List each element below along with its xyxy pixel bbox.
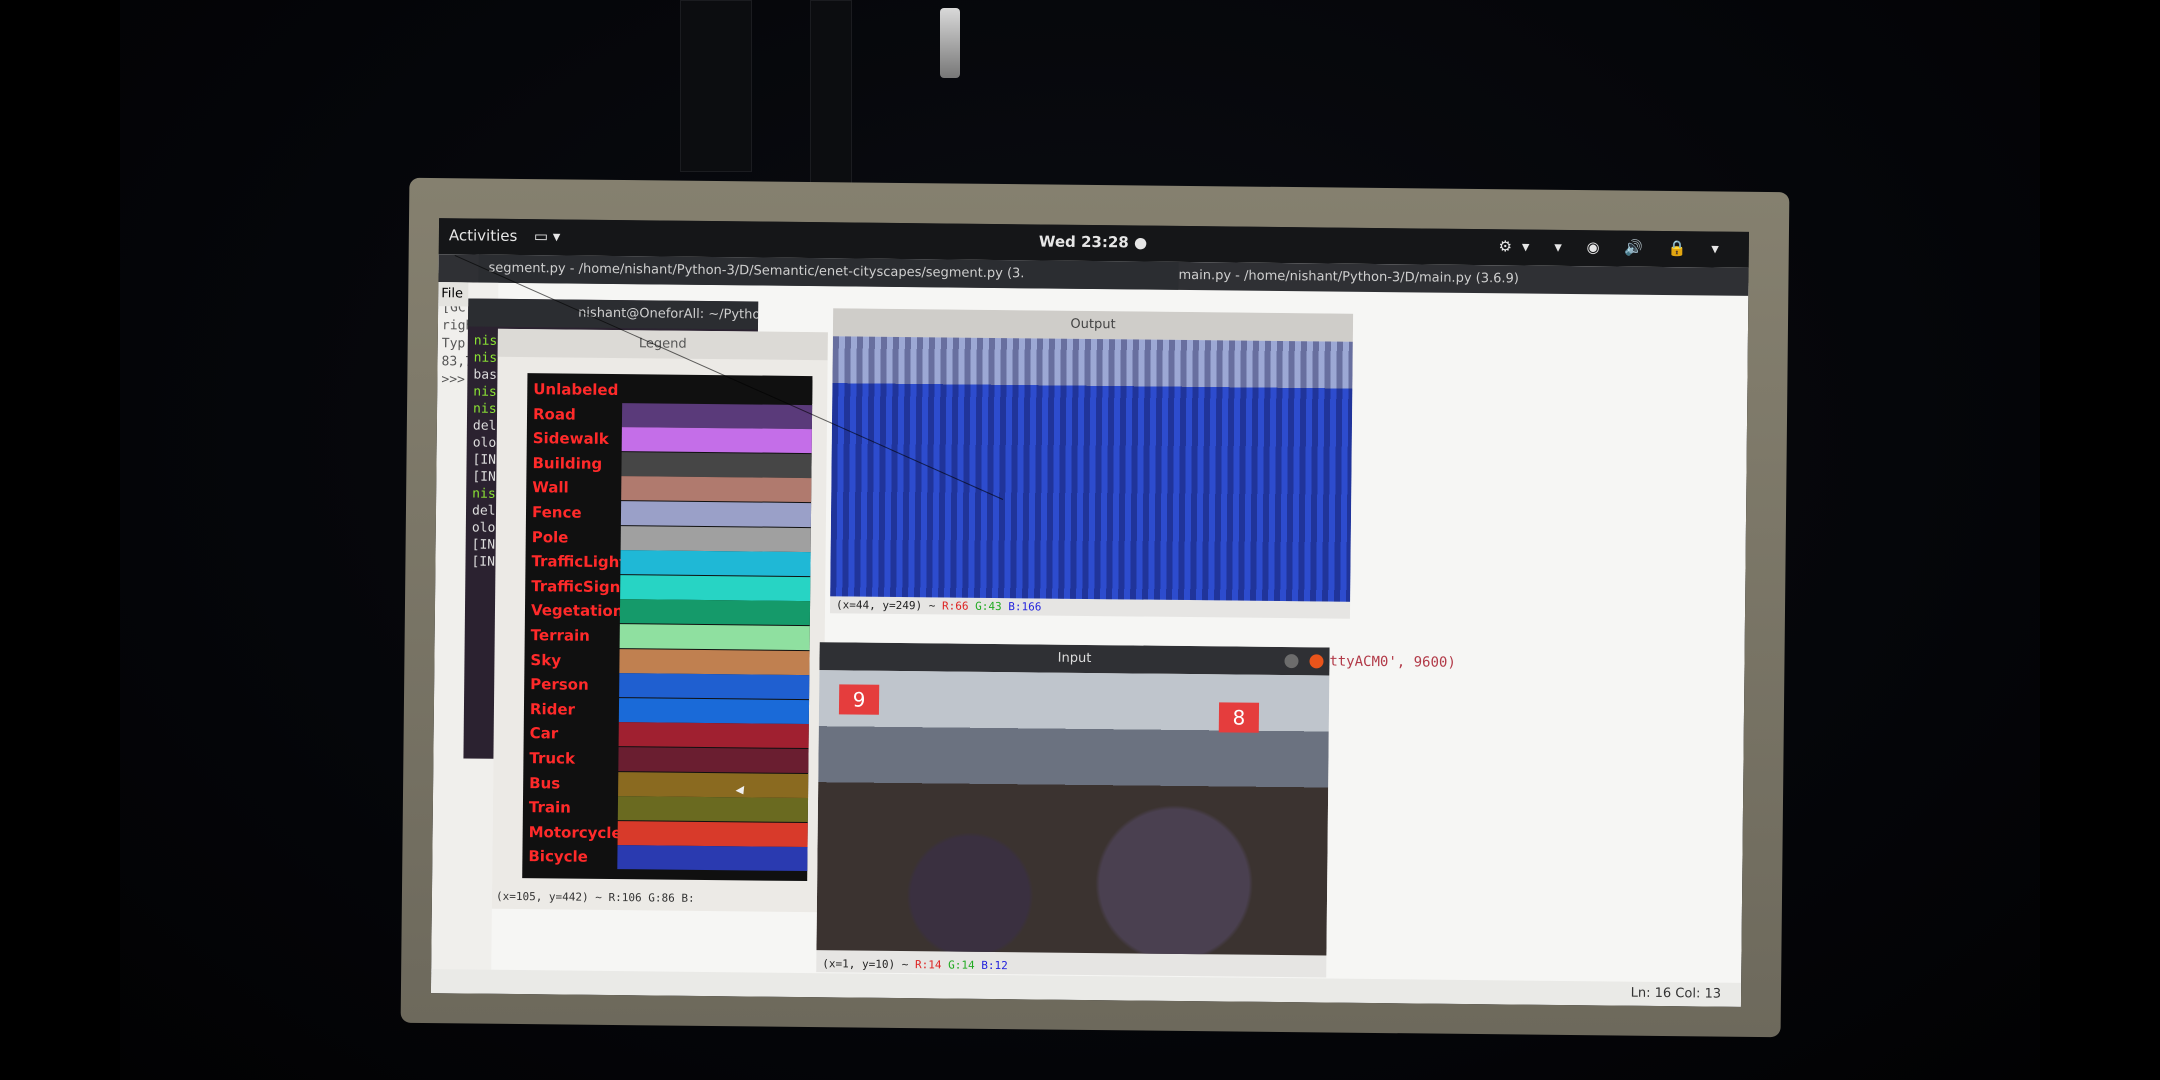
legend-swatch	[620, 501, 812, 528]
file-menu[interactable]: File	[438, 286, 463, 301]
legend-row: Fence	[526, 500, 812, 528]
legend-label: TrafficSign	[531, 576, 621, 596]
legend-swatch	[621, 427, 812, 454]
output-coord-readout: (x=44, y=249) ~ R:66 G:43 B:166	[836, 598, 1041, 613]
cursor-position: Ln: 16 Col: 13	[1630, 985, 1722, 1002]
close-button[interactable]	[1309, 654, 1324, 669]
legend-row: Wall	[526, 475, 812, 503]
legend-swatch	[621, 402, 813, 429]
legend-swatch	[620, 525, 811, 552]
legend-row: Sidewalk	[527, 426, 812, 454]
legend-label: Rider	[529, 699, 576, 719]
legend-panel: Unlabeled Road Sidewalk Building Wall Fence Po…	[522, 373, 813, 882]
segmentation-output-image[interactable]	[830, 336, 1353, 602]
legend-row: Unlabeled	[527, 377, 813, 405]
monitor-screen: Activities ▭ ▾ Wed 23:28 ● ⚙▾ ▾ ◉ 🔊 🔒 ▾ …	[430, 218, 1750, 1007]
input-camera-image[interactable]: 9 8	[816, 670, 1330, 956]
legend-coord-readout: (x=105, y=442) ~ R:106 G:86 B:	[495, 889, 695, 905]
window-buttons	[1278, 653, 1324, 672]
platform-sign-right: 8	[1218, 702, 1260, 733]
legend-row: Terrain	[525, 623, 810, 651]
file-menu-strip: File	[438, 282, 469, 307]
output-r: R:66	[941, 599, 969, 613]
legend-label: TrafficLight	[531, 552, 627, 572]
legend-label: Road	[532, 404, 576, 424]
legend-row: Road	[527, 402, 813, 429]
output-window: Output (x=44, y=249) ~ R:66 G:43 B:166	[829, 308, 1354, 619]
legend-label: Train	[528, 798, 571, 817]
legend-swatch	[621, 451, 812, 478]
legend-label: Bicycle	[528, 847, 588, 867]
legend-row: Pole	[526, 525, 811, 552]
legend-label: Vegetation	[530, 601, 624, 621]
legend-row: TrafficSign	[525, 574, 811, 601]
legend-row: Person	[524, 672, 810, 700]
legend-row: Motorcycle	[523, 820, 808, 847]
output-coord: (x=44, y=249) ~	[835, 598, 936, 613]
legend-label: Building	[532, 453, 603, 473]
legend-label: Unlabeled	[533, 380, 619, 400]
cable-connector	[940, 8, 960, 78]
platform-sign-left: 9	[838, 684, 880, 715]
minimize-button[interactable]	[1284, 654, 1299, 669]
legend-row: Vegetation	[525, 598, 811, 626]
legend-label: Person	[530, 675, 589, 694]
legend-label: Sidewalk	[532, 429, 609, 449]
input-r: R:14	[914, 958, 942, 972]
input-g: G:14	[948, 958, 975, 972]
legend-row: Sky	[524, 648, 810, 675]
legend-swatch	[618, 771, 809, 798]
legend-label: Truck	[529, 749, 576, 768]
legend-swatch	[618, 722, 809, 749]
legend-swatch	[617, 796, 809, 823]
legend-label: Wall	[532, 478, 569, 497]
legend-row: Bus	[523, 771, 809, 798]
clock[interactable]: Wed 23:28 ●	[1039, 232, 1147, 251]
legend-label: Fence	[531, 503, 582, 522]
input-coord: (x=1, y=10) ~	[822, 957, 909, 972]
legend-row: Building	[526, 451, 812, 478]
legend-row: Rider	[524, 697, 810, 724]
hdmi-cable	[680, 0, 752, 172]
legend-title: Legend	[497, 328, 828, 361]
input-coord-readout: (x=1, y=10) ~ R:14 G:14 B:12	[822, 957, 1008, 972]
input-b: B:12	[981, 958, 1008, 973]
legend-swatch	[619, 599, 811, 626]
legend-swatch	[619, 648, 810, 675]
usb-cable	[810, 0, 852, 192]
legend-swatch	[618, 697, 810, 724]
legend-swatch	[619, 673, 810, 700]
legend-swatch	[621, 476, 812, 503]
legend-row: Truck	[523, 746, 809, 774]
legend-swatch	[619, 624, 810, 651]
legend-row: TrafficLight	[525, 549, 811, 577]
legend-swatch	[618, 747, 809, 774]
legend-label: Terrain	[530, 626, 590, 645]
legend-swatch	[620, 574, 811, 601]
legend-row: Train	[523, 795, 809, 823]
legend-swatch	[617, 845, 808, 872]
output-g: G:43	[975, 599, 1002, 614]
legend-label: Bus	[529, 773, 561, 793]
legend-swatch	[617, 820, 808, 847]
system-status-icons[interactable]: ⚙▾ ▾ ◉ 🔊 🔒 ▾	[1498, 237, 1729, 257]
legend-label: Car	[529, 724, 559, 743]
output-b: B:166	[1008, 600, 1042, 614]
input-window: Input 9 8 (x=1, y=10) ~ R:14 G:14 B:12	[816, 642, 1330, 978]
app-menu-icon[interactable]: ▭ ▾	[534, 227, 561, 245]
legend-window: Legend Unlabeled Road Sidewalk Building Wall…	[491, 328, 828, 913]
legend-label: Motorcycle	[528, 822, 622, 842]
legend-swatch	[620, 550, 811, 577]
legend-swatch	[622, 378, 813, 405]
activities-button[interactable]: Activities	[449, 226, 518, 245]
legend-row: Bicycle	[522, 844, 808, 872]
legend-label: Pole	[531, 527, 569, 547]
legend-label: Sky	[530, 650, 562, 670]
legend-row: Car	[524, 721, 809, 749]
